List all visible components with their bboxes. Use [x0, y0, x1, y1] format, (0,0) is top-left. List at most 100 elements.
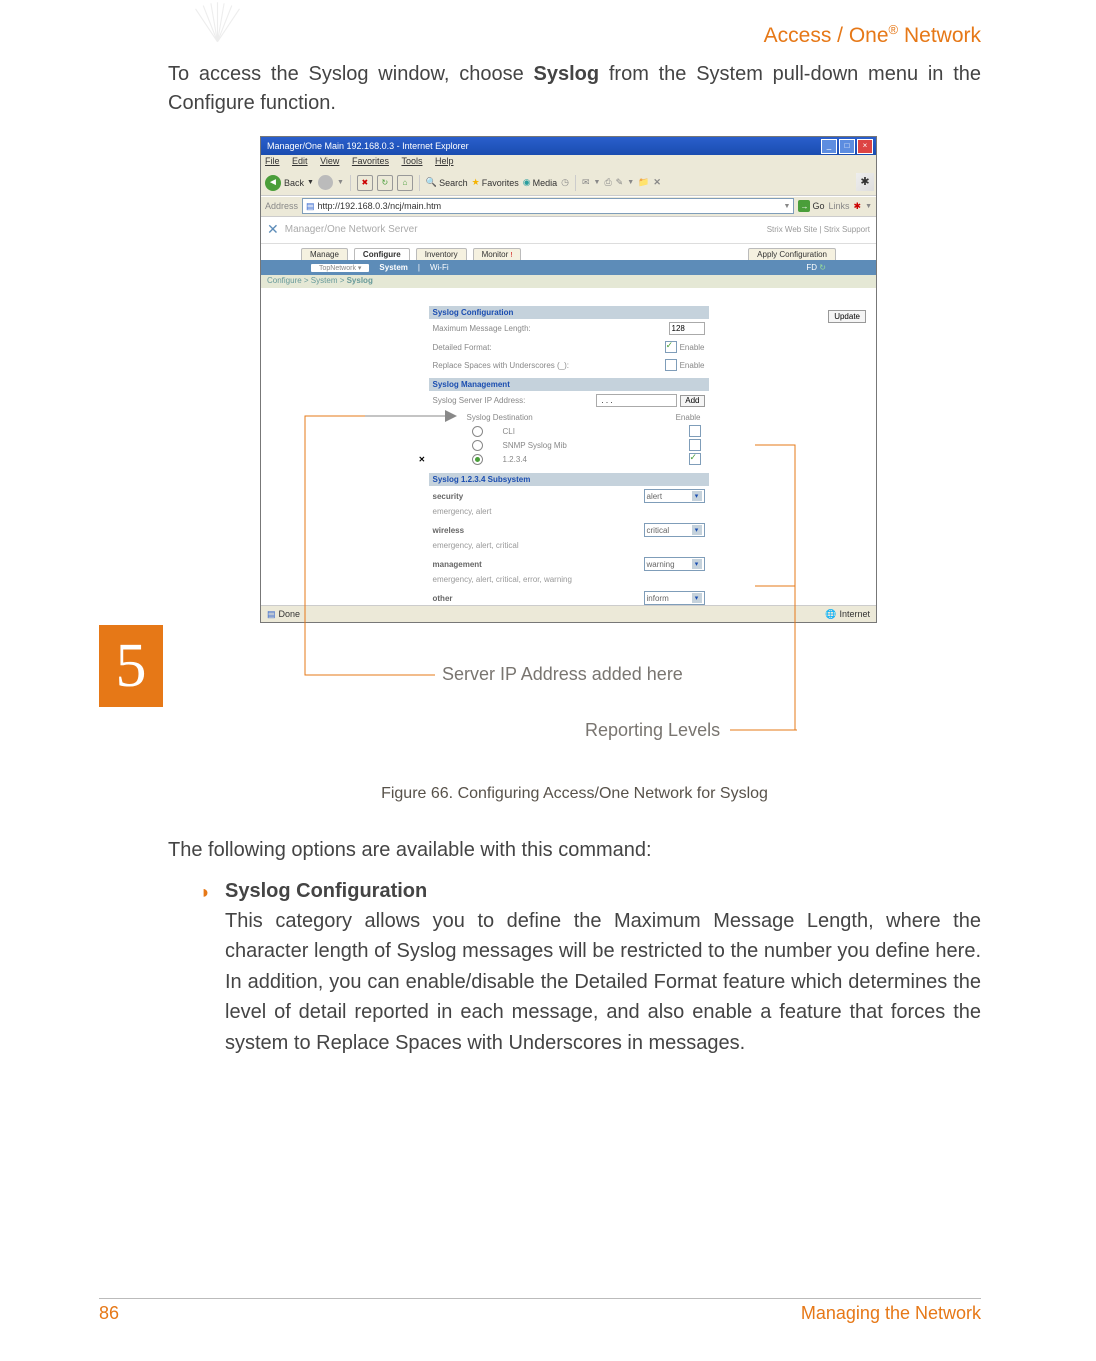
brand-suffix: Network — [898, 24, 981, 47]
radio-ip[interactable] — [472, 454, 483, 465]
app-header: ✕ Manager/One Network Server Strix Web S… — [261, 217, 876, 244]
callout-levels: Reporting Levels — [585, 720, 720, 741]
search-icon: 🔍 — [426, 177, 437, 188]
edit-icon[interactable]: ✎ — [616, 177, 624, 188]
subnav-dropdown[interactable]: TopNetwork ▾ — [311, 264, 369, 272]
refresh-status-icon[interactable]: ↻ — [819, 263, 826, 272]
other-select[interactable]: inform▾ — [644, 591, 705, 605]
replace-spaces-label: Replace Spaces with Underscores (_): — [433, 361, 570, 370]
media-button[interactable]: ◉Media — [523, 177, 557, 188]
bullet-title: Syslog Configuration — [225, 880, 981, 903]
menu-tools[interactable]: Tools — [401, 156, 422, 166]
radio-cli[interactable] — [472, 426, 483, 437]
go-icon: → — [798, 200, 810, 212]
max-length-input[interactable] — [669, 322, 705, 335]
status-zone: Internet — [839, 609, 870, 619]
detailed-format-checkbox[interactable] — [665, 341, 677, 353]
chapter-number: 5 — [99, 625, 163, 707]
dest-row-cli: CLI — [433, 424, 705, 438]
enable-ip-checkbox[interactable] — [689, 453, 701, 465]
menu-help[interactable]: Help — [435, 156, 454, 166]
security-label: security — [433, 492, 464, 501]
window-title: Manager/One Main 192.168.0.3 - Internet … — [267, 141, 469, 151]
update-button[interactable]: Update — [828, 310, 866, 323]
chevron-down-icon: ▾ — [692, 491, 702, 501]
tab-manage[interactable]: Manage — [301, 248, 348, 260]
maximize-icon[interactable]: □ — [839, 139, 855, 154]
fd-indicator: FD ↻ — [806, 263, 826, 272]
menu-view[interactable]: View — [320, 156, 339, 166]
internet-icon: 🌐 — [825, 609, 836, 620]
replace-spaces-checkbox[interactable] — [665, 359, 677, 371]
strix-link-icon[interactable]: ✱ — [854, 201, 862, 212]
detailed-format-label: Detailed Format: — [433, 343, 492, 352]
delete-icon[interactable]: ✕ — [419, 455, 426, 464]
page-footer: 86 Managing the Network — [99, 1303, 981, 1324]
links-label[interactable]: Links — [829, 201, 850, 211]
page-icon: ▤ — [306, 201, 315, 212]
security-select[interactable]: alert▾ — [644, 489, 705, 503]
subnav-system[interactable]: System — [379, 263, 407, 272]
stop-icon[interactable]: ✖ — [357, 175, 373, 191]
bullet-item: ◗ Syslog Configuration This category all… — [201, 880, 981, 1058]
figure-caption: Figure 66. Configuring Access/One Networ… — [168, 785, 981, 803]
following-paragraph: The following options are available with… — [168, 836, 981, 865]
page-number: 86 — [99, 1303, 119, 1324]
menu-edit[interactable]: Edit — [292, 156, 308, 166]
refresh-icon[interactable]: ↻ — [377, 175, 393, 191]
management-select[interactable]: warning▾ — [644, 557, 705, 571]
window-titlebar: Manager/One Main 192.168.0.3 - Internet … — [261, 137, 876, 155]
dropdown-icon[interactable]: ▼ — [784, 203, 791, 210]
print-icon[interactable]: ⎙ — [604, 177, 611, 188]
mail-icon[interactable]: ✉ — [582, 177, 590, 188]
sub-navigation: TopNetwork ▾ System | Wi-Fi FD ↻ — [261, 260, 876, 275]
menu-file[interactable]: File — [265, 156, 280, 166]
address-input[interactable]: ▤ http://192.168.0.3/ncj/main.htm ▼ — [302, 198, 794, 214]
syslog-mgmt-section: Syslog Management — [429, 378, 709, 391]
back-icon: ◄ — [265, 175, 281, 191]
wireless-select[interactable]: critical▾ — [644, 523, 705, 537]
management-levels: emergency, alert, critical, error, warni… — [429, 574, 709, 588]
menu-favorites[interactable]: Favorites — [352, 156, 389, 166]
go-button[interactable]: → Go — [798, 200, 824, 212]
close-icon[interactable]: × — [857, 139, 873, 154]
home-icon[interactable]: ⌂ — [397, 175, 413, 191]
enable-header: Enable — [676, 413, 701, 422]
back-label: Back — [284, 178, 304, 188]
security-levels: emergency, alert — [429, 506, 709, 520]
wireless-levels: emergency, alert, critical — [429, 540, 709, 554]
tab-configure[interactable]: Configure — [354, 248, 410, 260]
media-icon: ◉ — [523, 177, 531, 188]
max-length-label: Maximum Message Length: — [433, 324, 531, 333]
folder-icon[interactable]: 📁 — [638, 177, 649, 188]
add-button[interactable]: Add — [680, 395, 704, 407]
ie-menubar: File Edit View Favorites Tools Help — [261, 155, 876, 171]
intro-paragraph: To access the Syslog window, choose Sysl… — [168, 60, 981, 118]
main-tabs: Manage Configure Inventory Monitor ! App… — [261, 244, 876, 261]
breadcrumb: Configure > System > Syslog — [261, 275, 876, 288]
enable-cli-checkbox[interactable] — [689, 425, 701, 437]
brand-reg: ® — [889, 22, 899, 37]
tab-inventory[interactable]: Inventory — [416, 248, 467, 260]
forward-icon[interactable] — [318, 175, 333, 190]
throbber-icon: ✱ — [856, 173, 874, 191]
strix-toolbar-icon[interactable]: ✕ — [653, 177, 661, 188]
server-ip-input[interactable] — [596, 394, 677, 407]
strix-links[interactable]: Strix Web Site | Strix Support — [767, 225, 870, 234]
product-brand: Access / One® Network — [764, 22, 981, 48]
apply-configuration-button[interactable]: Apply Configuration — [748, 248, 836, 260]
bullet-icon: ◗ — [200, 882, 211, 903]
minimize-icon[interactable]: _ — [821, 139, 837, 154]
subnav-wifi[interactable]: Wi-Fi — [430, 263, 449, 272]
brand-prefix: Access / One — [764, 24, 889, 47]
search-button[interactable]: 🔍Search — [426, 177, 468, 188]
back-button[interactable]: ◄ Back ▼ — [265, 175, 314, 191]
done-icon: ▤ — [267, 609, 276, 620]
history-icon[interactable]: ◷ — [561, 177, 569, 188]
radio-snmp[interactable] — [472, 440, 483, 451]
dest-row-ip: ✕ 1.2.3.4 — [433, 452, 705, 466]
enable-snmp-checkbox[interactable] — [689, 439, 701, 451]
tab-monitor[interactable]: Monitor ! — [473, 248, 522, 260]
favorites-button[interactable]: ★Favorites — [472, 177, 519, 188]
app-logo-icon: ✕ — [267, 221, 279, 238]
